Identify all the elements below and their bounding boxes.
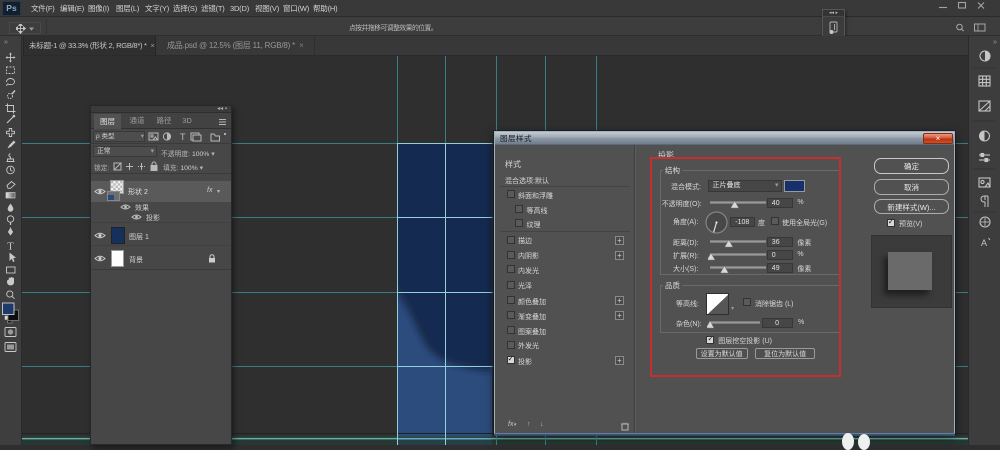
svg-text:T: T — [7, 242, 14, 253]
svg-text:T: T — [180, 132, 186, 142]
svg-text:»: » — [993, 39, 997, 46]
svg-text:A: A — [981, 238, 987, 248]
svg-text:»: » — [4, 39, 8, 46]
